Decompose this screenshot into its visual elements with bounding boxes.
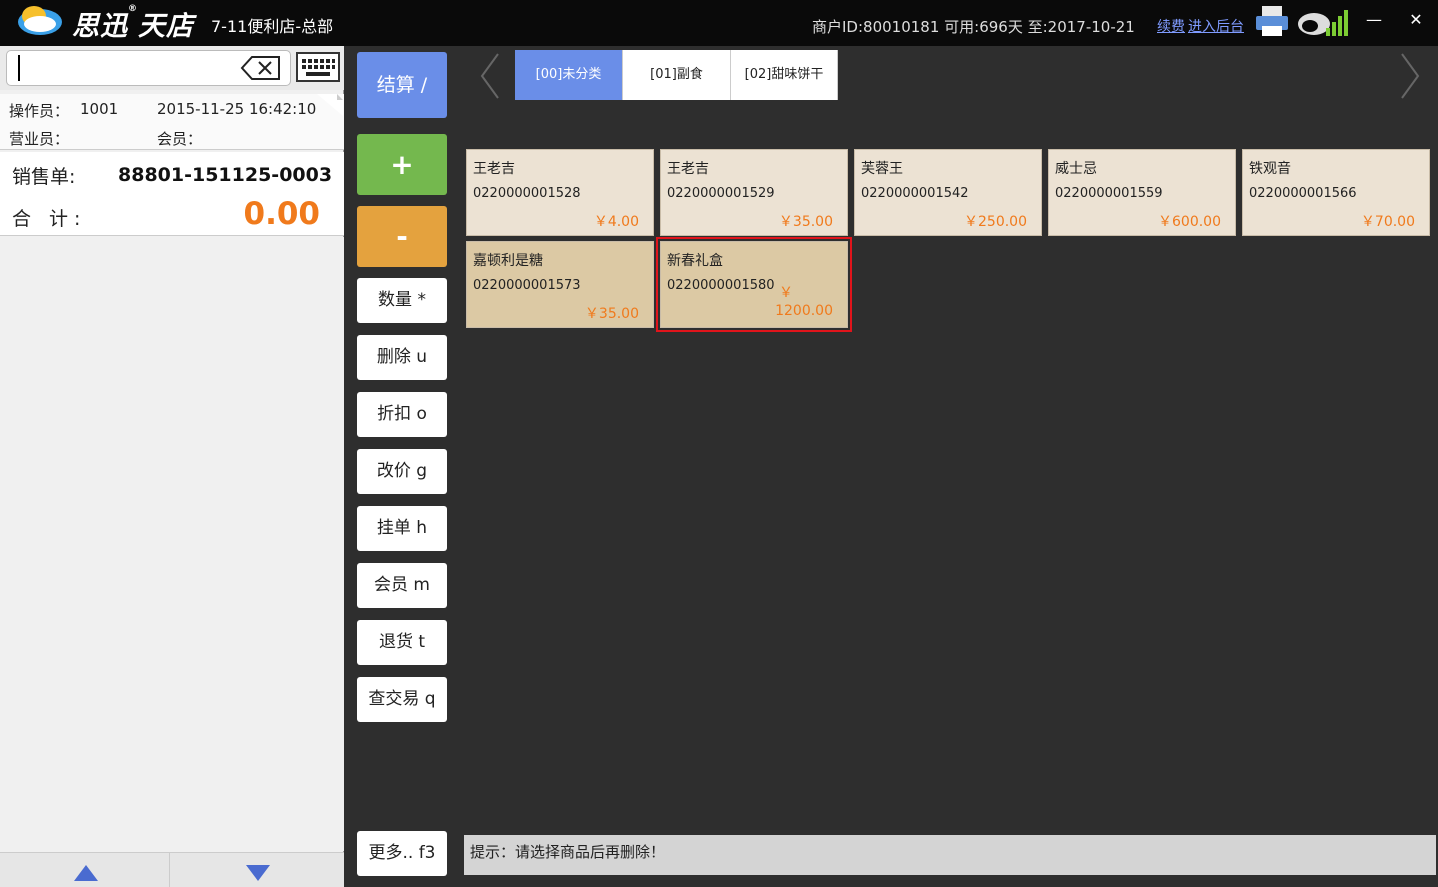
- title-bar: 思迅®天店 7-11便利店-总部 商户ID:80010181 可用:696天 至…: [0, 0, 1438, 46]
- product-code: 0220000001559: [1055, 186, 1163, 201]
- product-card[interactable]: 王老吉 0220000001529 ￥35.00: [660, 149, 848, 236]
- product-name: 王老吉: [667, 161, 709, 177]
- product-price: ￥35.00: [584, 306, 639, 322]
- product-name: 新春礼盒: [667, 253, 723, 269]
- total-amount: 0.00: [243, 196, 321, 232]
- hint-message: 提示：请选择商品后再删除！: [464, 835, 1436, 875]
- product-name: 芙蓉王: [861, 161, 903, 177]
- quantity-button[interactable]: 数量 *: [357, 278, 447, 323]
- cloud-logo-icon: [18, 6, 62, 35]
- order-item-list[interactable]: [0, 237, 344, 851]
- product-card[interactable]: 嘉顿利是糖 0220000001573 ￥35.00: [466, 241, 654, 328]
- product-price: ￥70.00: [1360, 214, 1415, 230]
- product-name: 嘉顿利是糖: [473, 253, 543, 269]
- change-price-button[interactable]: 改价 g: [357, 449, 447, 494]
- query-transaction-button[interactable]: 查交易 q: [357, 677, 447, 722]
- close-button[interactable]: ✕: [1406, 10, 1426, 30]
- settle-button[interactable]: 结算 /: [357, 52, 447, 118]
- product-card-selected[interactable]: 新春礼盒 0220000001580 ￥ 1200.00: [656, 237, 852, 332]
- product-price: ￥4.00: [593, 214, 639, 230]
- search-bar: [0, 46, 344, 90]
- product-name: 铁观音: [1249, 161, 1291, 177]
- page-fold-icon: [317, 94, 343, 116]
- store-name: 7-11便利店-总部: [211, 17, 334, 36]
- printer-icon[interactable]: [1254, 4, 1290, 38]
- product-card[interactable]: 芙蓉王 0220000001542 ￥250.00: [854, 149, 1042, 236]
- arrow-down-icon: [246, 865, 270, 881]
- product-code: 0220000001528: [473, 186, 581, 201]
- order-number-label: 销售单:: [12, 166, 76, 188]
- order-number: 88801-151125-0003: [118, 164, 333, 186]
- operator-value: 1001: [80, 100, 119, 118]
- total-label: 合 计:: [12, 208, 87, 230]
- tab-sweet-biscuits[interactable]: [02]甜味饼干: [731, 50, 838, 100]
- refund-button[interactable]: 退货 t: [357, 620, 447, 665]
- arrow-up-icon: [74, 865, 98, 881]
- product-name: 威士忌: [1055, 161, 1097, 177]
- order-info-card: 操作员： 1001 2015-11-25 16:42:10 营业员： 会员：: [0, 94, 344, 150]
- scroll-down-button[interactable]: [172, 853, 342, 887]
- keyboard-icon[interactable]: [296, 52, 340, 82]
- order-summary: 销售单: 88801-151125-0003 合 计: 0.00: [0, 152, 344, 236]
- backend-link[interactable]: 进入后台: [1188, 16, 1244, 36]
- renew-link[interactable]: 续费: [1157, 16, 1185, 36]
- product-code: 0220000001566: [1249, 186, 1357, 201]
- hold-order-button[interactable]: 挂单 h: [357, 506, 447, 551]
- product-card[interactable]: 铁观音 0220000001566 ￥70.00: [1242, 149, 1430, 236]
- discount-button[interactable]: 折扣 o: [357, 392, 447, 437]
- product-price: 1200.00: [775, 303, 833, 319]
- more-button[interactable]: 更多.. f3: [357, 831, 447, 876]
- chevron-left-icon[interactable]: [478, 52, 502, 100]
- clerk-label: 营业员：: [9, 130, 70, 148]
- minimize-button[interactable]: —: [1364, 10, 1384, 30]
- product-code: 0220000001580: [667, 278, 775, 293]
- member-label: 会员：: [157, 130, 203, 148]
- product-code: 0220000001573: [473, 278, 581, 293]
- increase-button[interactable]: +: [357, 134, 447, 195]
- scroll-up-button[interactable]: [0, 853, 170, 887]
- list-scroll-controls: [0, 852, 344, 887]
- delete-button[interactable]: 删除 u: [357, 335, 447, 380]
- product-card[interactable]: 王老吉 0220000001528 ￥4.00: [466, 149, 654, 236]
- decrease-button[interactable]: -: [357, 206, 447, 267]
- order-datetime: 2015-11-25 16:42:10: [157, 100, 317, 118]
- order-panel: 操作员： 1001 2015-11-25 16:42:10 营业员： 会员： 销…: [0, 46, 344, 887]
- product-code: 0220000001529: [667, 186, 775, 201]
- tab-uncategorized[interactable]: [00]未分类: [515, 50, 623, 100]
- product-code: 0220000001542: [861, 186, 969, 201]
- merchant-info: 商户ID:80010181 可用:696天 至:2017-10-21: [812, 18, 1135, 36]
- product-price: ￥250.00: [964, 214, 1027, 230]
- text-caret: [18, 55, 20, 81]
- product-card[interactable]: 威士忌 0220000001559 ￥600.00: [1048, 149, 1236, 236]
- member-button[interactable]: 会员 m: [357, 563, 447, 608]
- product-name: 王老吉: [473, 161, 515, 177]
- product-price-symbol: ￥: [779, 285, 793, 301]
- product-price: ￥600.00: [1158, 214, 1221, 230]
- product-price: ￥35.00: [778, 214, 833, 230]
- chevron-right-icon[interactable]: [1398, 52, 1422, 100]
- cloud-signal-icon: [1298, 10, 1348, 36]
- operator-label: 操作员：: [9, 102, 70, 120]
- backspace-icon[interactable]: [240, 54, 282, 82]
- brand-logo: 思迅®天店: [72, 4, 194, 42]
- tab-snacks[interactable]: [01]副食: [623, 50, 731, 100]
